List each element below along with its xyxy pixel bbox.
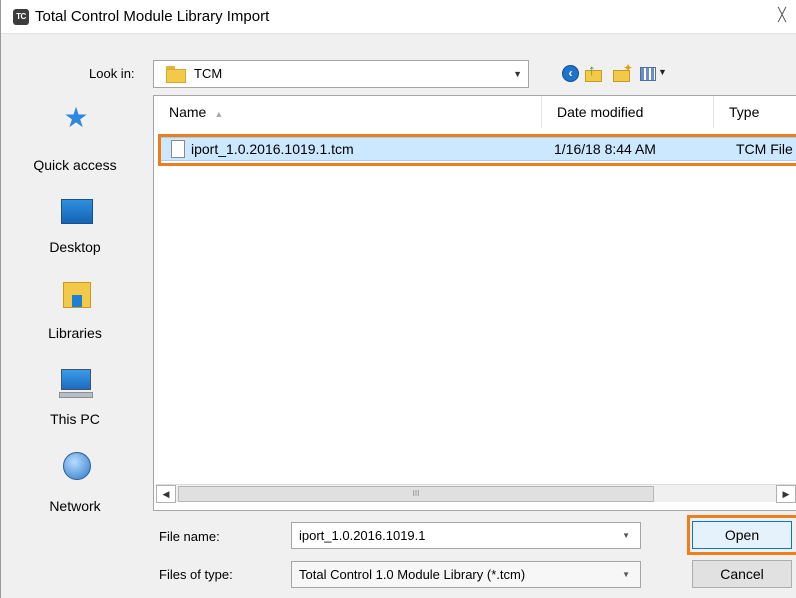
open-button[interactable]: Open bbox=[692, 521, 792, 549]
place-libraries[interactable]: Libraries bbox=[1, 278, 149, 358]
file-row[interactable]: iport_1.0.2016.1019.1.tcm 1/16/18 8:44 A… bbox=[159, 137, 796, 161]
computer-icon bbox=[61, 369, 91, 390]
lookin-dropdown[interactable]: TCM ▼ bbox=[153, 60, 529, 88]
file-type-label: Files of type: bbox=[159, 567, 233, 582]
file-name-label: File name: bbox=[159, 529, 220, 544]
view-menu-icon[interactable]: ▼ bbox=[639, 64, 669, 84]
up-folder-icon[interactable]: ↑ bbox=[584, 62, 604, 84]
chevron-down-icon[interactable]: ▼ bbox=[513, 69, 522, 79]
places-bar: ★ Quick access Desktop Libraries This PC… bbox=[1, 95, 149, 525]
file-name-value: iport_1.0.2016.1019.1 bbox=[299, 528, 426, 543]
network-icon bbox=[63, 452, 91, 480]
place-label: Quick access bbox=[33, 157, 117, 173]
desktop-icon bbox=[61, 199, 93, 224]
chevron-down-icon[interactable]: ▼ bbox=[622, 531, 630, 540]
column-header-name[interactable]: Name ▲ bbox=[154, 96, 542, 128]
file-date-cell: 1/16/18 8:44 AM bbox=[554, 141, 656, 157]
scroll-right-icon[interactable]: ▶ bbox=[776, 485, 796, 503]
file-icon bbox=[171, 140, 185, 158]
file-name-input[interactable]: iport_1.0.2016.1019.1 ▼ bbox=[291, 522, 641, 549]
chevron-down-icon[interactable]: ▼ bbox=[622, 570, 630, 579]
scroll-left-icon[interactable]: ◀ bbox=[156, 485, 176, 503]
file-list-header: Name ▲ Date modified Type bbox=[154, 96, 796, 128]
lookin-label: Look in: bbox=[89, 66, 135, 81]
star-icon: ★ bbox=[63, 102, 89, 133]
close-icon[interactable]: ╳ bbox=[773, 6, 791, 24]
file-type-cell: TCM File bbox=[736, 141, 793, 157]
file-type-select[interactable]: Total Control 1.0 Module Library (*.tcm)… bbox=[291, 561, 641, 588]
scroll-thumb[interactable]: III bbox=[178, 486, 654, 502]
place-desktop[interactable]: Desktop bbox=[1, 195, 149, 275]
app-icon: TC bbox=[13, 9, 29, 25]
horizontal-scrollbar[interactable]: ◀ III ▶ bbox=[156, 484, 796, 503]
libraries-icon bbox=[63, 282, 91, 308]
back-icon[interactable]: ‹ bbox=[561, 64, 581, 84]
new-folder-icon[interactable]: ✦ bbox=[612, 61, 633, 84]
place-label: This PC bbox=[50, 411, 100, 427]
column-header-date[interactable]: Date modified bbox=[542, 96, 714, 128]
title-bar: TC Total Control Module Library Import ╳ bbox=[1, 0, 796, 34]
lookin-value: TCM bbox=[194, 66, 223, 81]
place-label: Libraries bbox=[48, 325, 102, 341]
file-type-value: Total Control 1.0 Module Library (*.tcm) bbox=[299, 567, 526, 582]
place-network[interactable]: Network bbox=[1, 450, 149, 530]
place-label: Desktop bbox=[49, 239, 101, 255]
sort-up-icon: ▲ bbox=[214, 109, 224, 119]
place-label: Network bbox=[49, 498, 101, 514]
dialog-window: TC Total Control Module Library Import ╳… bbox=[0, 0, 796, 598]
place-this-pc[interactable]: This PC bbox=[1, 365, 149, 445]
column-header-type[interactable]: Type bbox=[714, 96, 796, 128]
file-name-cell: iport_1.0.2016.1019.1.tcm bbox=[191, 141, 354, 157]
place-quick-access[interactable]: ★ Quick access bbox=[1, 102, 149, 185]
file-list[interactable]: Name ▲ Date modified Type iport_1.0.2016.… bbox=[153, 95, 796, 511]
window-title: Total Control Module Library Import bbox=[35, 8, 270, 25]
folder-icon bbox=[166, 66, 186, 83]
cancel-button[interactable]: Cancel bbox=[692, 560, 792, 588]
